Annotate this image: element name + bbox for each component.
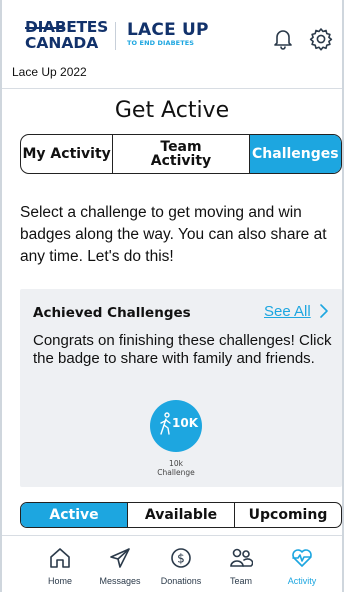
bottom-nav: Home Messages $ Donations Team Activity	[0, 536, 344, 592]
heart-pulse-icon	[290, 546, 314, 570]
achieved-challenges-card: Achieved Challenges See All Congrats on …	[20, 289, 342, 487]
nav-messages[interactable]: Messages	[90, 536, 150, 592]
achieved-description: Congrats on finishing these challenges! …	[33, 332, 332, 367]
lace-up-logo: LACE UP TO END DIABETES	[127, 21, 209, 47]
nav-messages-label: Messages	[99, 576, 141, 586]
header-divider	[2, 88, 342, 89]
paper-plane-icon	[108, 546, 132, 570]
tab-active[interactable]: Active	[21, 503, 128, 527]
nav-team[interactable]: Team	[211, 536, 271, 592]
gear-icon[interactable]	[308, 26, 334, 52]
nav-activity[interactable]: Activity	[272, 536, 332, 592]
badge-caption-line1: 10k	[169, 459, 183, 468]
dollar-icon: $	[169, 546, 193, 570]
svg-text:$: $	[177, 552, 185, 566]
home-icon	[48, 546, 72, 570]
tab-available[interactable]: Available	[128, 503, 235, 527]
challenge-filter-tabs: Active Available Upcoming	[20, 502, 342, 528]
chevron-right-icon[interactable]	[318, 302, 330, 324]
tab-upcoming[interactable]: Upcoming	[235, 503, 341, 527]
tab-team-activity-label: Team Activity	[150, 139, 212, 169]
logo-divider	[115, 22, 116, 50]
diabetes-canada-logo: DIABETES CANADA	[25, 19, 109, 52]
page-title: Get Active	[114, 98, 230, 123]
nav-home-label: Home	[47, 576, 72, 586]
tab-my-activity[interactable]: My Activity	[21, 135, 114, 173]
activity-tabs: My Activity Team Activity Challenges	[20, 134, 342, 174]
logo-strike	[25, 27, 63, 29]
team-icon	[229, 546, 254, 570]
logo-lace-up-text: LACE UP	[127, 20, 209, 40]
logo-lace-up-subtext: TO END DIABETES	[127, 39, 195, 47]
event-label: Lace Up 2022	[12, 65, 87, 79]
achieved-challenges-title: Achieved Challenges	[33, 305, 191, 321]
tab-challenges[interactable]: Challenges	[249, 135, 341, 173]
nav-home[interactable]: Home	[30, 536, 90, 592]
bell-icon[interactable]	[270, 26, 296, 52]
nav-team-label: Team	[229, 576, 252, 586]
nav-donations-label: Donations	[160, 576, 202, 586]
tab-team-activity[interactable]: Team Activity	[113, 135, 250, 173]
nav-activity-label: Activity	[287, 576, 317, 586]
challenge-badge-10k[interactable]: 10K	[150, 400, 202, 452]
see-all-link[interactable]: See All	[264, 303, 311, 320]
nav-donations[interactable]: $ Donations	[151, 536, 211, 592]
badge-label: 10K	[172, 416, 198, 430]
app-header: DIABETES CANADA LACE UP TO END DIABETES …	[0, 0, 344, 88]
badge-caption: 10k Challenge	[126, 459, 226, 477]
badge-caption-line2: Challenge	[157, 468, 195, 477]
logo-canada-text: CANADA	[25, 34, 99, 52]
intro-text: Select a challenge to get moving and win…	[20, 204, 327, 265]
